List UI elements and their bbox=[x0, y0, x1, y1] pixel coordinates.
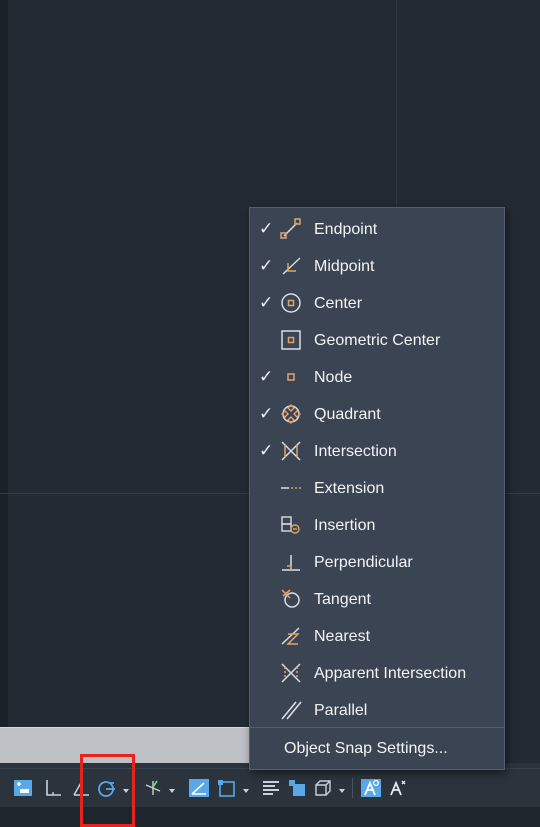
menu-item-tangent[interactable]: Tangent bbox=[250, 581, 504, 618]
status-bar-separator bbox=[352, 778, 353, 798]
auto-scale-icon[interactable] bbox=[384, 775, 410, 801]
center-snap-icon bbox=[279, 291, 303, 315]
checkmark-icon: ✓ bbox=[259, 367, 274, 386]
menu-item-midpoint[interactable]: ✓ Midpoint bbox=[250, 248, 504, 285]
lineweight-icon[interactable] bbox=[258, 775, 284, 801]
menu-item-label: Node bbox=[314, 369, 353, 386]
insertion-snap-icon bbox=[279, 513, 303, 537]
menu-item-label: Perpendicular bbox=[314, 554, 413, 571]
menu-item-label: Nearest bbox=[314, 628, 371, 645]
object-snap-menu: ✓ Endpoint ✓ Midpoint ✓ Center Geometric… bbox=[249, 207, 505, 770]
highlight-box-object-snap bbox=[80, 754, 135, 827]
selection-dropdown-chevron-icon[interactable] bbox=[241, 783, 251, 793]
menu-item-label: Object Snap Settings... bbox=[284, 740, 448, 757]
transparency-icon[interactable] bbox=[284, 775, 310, 801]
3d-snap-dropdown-chevron-icon[interactable] bbox=[337, 783, 347, 793]
menu-item-perpendicular[interactable]: Perpendicular bbox=[250, 544, 504, 581]
menu-item-geometric-center[interactable]: Geometric Center bbox=[250, 322, 504, 359]
menu-item-label: Parallel bbox=[314, 702, 368, 719]
menu-item-quadrant[interactable]: ✓ Quadrant bbox=[250, 396, 504, 433]
annotation-visibility-icon[interactable] bbox=[358, 775, 384, 801]
object-snap-tracking-icon[interactable] bbox=[140, 775, 166, 801]
menu-item-label: Tangent bbox=[314, 591, 371, 608]
menu-item-insertion[interactable]: Insertion bbox=[250, 507, 504, 544]
menu-item-label: Midpoint bbox=[314, 258, 375, 275]
checkmark-icon: ✓ bbox=[259, 219, 274, 238]
apparent-intersection-snap-icon bbox=[279, 661, 303, 685]
endpoint-snap-icon bbox=[279, 217, 303, 241]
menu-item-endpoint[interactable]: ✓ Endpoint bbox=[250, 211, 504, 248]
menu-item-extension[interactable]: Extension bbox=[250, 470, 504, 507]
geometric-center-snap-icon bbox=[279, 328, 303, 352]
menu-item-label: Geometric Center bbox=[314, 332, 441, 349]
menu-item-parallel[interactable]: Parallel bbox=[250, 692, 504, 729]
tangent-snap-icon bbox=[279, 587, 303, 611]
menu-item-label: Endpoint bbox=[314, 221, 378, 238]
menu-item-nearest[interactable]: Nearest bbox=[250, 618, 504, 655]
checkmark-icon: ✓ bbox=[259, 441, 274, 460]
object-snap-settings-item[interactable]: Object Snap Settings... bbox=[250, 730, 504, 767]
3d-object-snap-icon[interactable] bbox=[310, 775, 336, 801]
perpendicular-snap-icon bbox=[279, 550, 303, 574]
canvas-left-edge bbox=[0, 0, 8, 827]
checkmark-icon: ✓ bbox=[259, 293, 274, 312]
intersection-snap-icon bbox=[279, 439, 303, 463]
menu-item-node[interactable]: ✓ Node bbox=[250, 359, 504, 396]
menu-item-label: Intersection bbox=[314, 443, 397, 460]
extension-snap-icon bbox=[279, 476, 303, 500]
menu-item-label: Center bbox=[314, 295, 363, 312]
menu-item-center[interactable]: ✓ Center bbox=[250, 285, 504, 322]
nearest-snap-icon bbox=[279, 624, 303, 648]
menu-item-intersection[interactable]: ✓ Intersection bbox=[250, 433, 504, 470]
menu-item-label: Insertion bbox=[314, 517, 376, 534]
parallel-snap-icon bbox=[279, 698, 303, 722]
menu-item-label: Quadrant bbox=[314, 406, 381, 423]
selection-cycling-icon[interactable] bbox=[214, 775, 240, 801]
node-snap-icon bbox=[279, 365, 303, 389]
dynamic-ucs-icon[interactable] bbox=[186, 775, 212, 801]
checkmark-icon: ✓ bbox=[259, 256, 274, 275]
checkmark-icon: ✓ bbox=[259, 404, 274, 423]
quadrant-snap-icon bbox=[279, 402, 303, 426]
ortho-mode-icon[interactable] bbox=[40, 775, 66, 801]
tracking-dropdown-chevron-icon[interactable] bbox=[167, 783, 177, 793]
menu-separator bbox=[250, 727, 504, 728]
midpoint-snap-icon bbox=[279, 254, 303, 278]
menu-item-label: Apparent Intersection bbox=[314, 665, 467, 682]
menu-item-apparent-intersection[interactable]: Apparent Intersection bbox=[250, 655, 504, 692]
menu-item-label: Extension bbox=[314, 480, 385, 497]
snap-mode-icon[interactable] bbox=[10, 775, 36, 801]
